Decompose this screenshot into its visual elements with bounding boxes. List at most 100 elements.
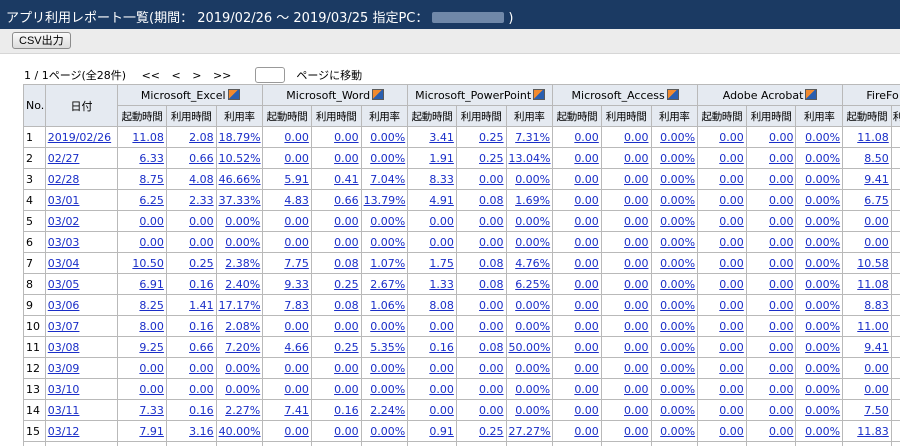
- startup-time-link[interactable]: 0.00: [429, 383, 454, 396]
- startup-time-link[interactable]: 1.75: [429, 257, 454, 270]
- startup-time-link[interactable]: 0.00: [429, 362, 454, 375]
- startup-time-link[interactable]: 0.00: [429, 236, 454, 249]
- usage-time-link[interactable]: 0.00: [479, 215, 504, 228]
- usage-time-link[interactable]: 0.00: [624, 404, 649, 417]
- startup-time-link[interactable]: 3.41: [429, 131, 454, 144]
- startup-time-link[interactable]: 0.00: [574, 320, 599, 333]
- usage-time-link[interactable]: 0.66: [334, 194, 359, 207]
- startup-time-link[interactable]: 6.75: [864, 194, 889, 207]
- startup-time-link[interactable]: 1.33: [429, 278, 454, 291]
- usage-rate-link[interactable]: 0.00%: [515, 215, 550, 228]
- usage-rate-link[interactable]: 0.00%: [805, 404, 840, 417]
- startup-time-link[interactable]: 0.00: [284, 236, 309, 249]
- usage-rate-link[interactable]: 0.00%: [515, 383, 550, 396]
- startup-time-link[interactable]: 9.25: [139, 341, 164, 354]
- startup-time-link[interactable]: 0.00: [574, 278, 599, 291]
- startup-time-link[interactable]: 0.00: [574, 341, 599, 354]
- startup-time-link[interactable]: 11.83: [857, 425, 889, 438]
- startup-time-link[interactable]: 8.83: [864, 299, 889, 312]
- startup-time-link[interactable]: 0.00: [574, 173, 599, 186]
- usage-rate-link[interactable]: 0.00%: [805, 341, 840, 354]
- usage-time-link[interactable]: 0.00: [479, 173, 504, 186]
- usage-time-link[interactable]: 0.00: [769, 383, 794, 396]
- usage-rate-link[interactable]: 0.00%: [660, 152, 695, 165]
- usage-rate-link[interactable]: 0.00%: [805, 299, 840, 312]
- startup-time-link[interactable]: 0.00: [719, 215, 744, 228]
- startup-time-link[interactable]: 7.33: [139, 404, 164, 417]
- startup-time-link[interactable]: 0.00: [719, 131, 744, 144]
- startup-time-link[interactable]: 0.00: [719, 341, 744, 354]
- startup-time-link[interactable]: 7.75: [284, 257, 309, 270]
- usage-rate-link[interactable]: 7.31%: [515, 131, 550, 144]
- usage-time-link[interactable]: 0.00: [624, 362, 649, 375]
- date-link[interactable]: 03/03: [48, 236, 80, 249]
- date-link[interactable]: 03/04: [48, 257, 80, 270]
- usage-time-link[interactable]: 0.00: [769, 173, 794, 186]
- usage-time-link[interactable]: 0.00: [189, 362, 214, 375]
- usage-rate-link[interactable]: 0.00%: [515, 362, 550, 375]
- usage-time-link[interactable]: 0.16: [189, 320, 214, 333]
- usage-time-link[interactable]: 0.00: [769, 278, 794, 291]
- date-link[interactable]: 03/09: [48, 362, 80, 375]
- startup-time-link[interactable]: 6.25: [139, 194, 164, 207]
- startup-time-link[interactable]: 4.66: [284, 341, 309, 354]
- csv-export-button[interactable]: CSV出力: [12, 32, 71, 49]
- usage-rate-link[interactable]: 0.00%: [660, 236, 695, 249]
- startup-time-link[interactable]: 8.25: [139, 299, 164, 312]
- usage-time-link[interactable]: 0.00: [624, 299, 649, 312]
- usage-rate-link[interactable]: 0.00%: [805, 173, 840, 186]
- usage-rate-link[interactable]: 0.00%: [660, 278, 695, 291]
- usage-time-link[interactable]: 0.00: [479, 383, 504, 396]
- startup-time-link[interactable]: 0.00: [139, 362, 164, 375]
- usage-time-link[interactable]: 0.00: [479, 362, 504, 375]
- usage-rate-link[interactable]: 2.40%: [225, 278, 260, 291]
- startup-time-link[interactable]: 0.00: [284, 320, 309, 333]
- usage-time-link[interactable]: 0.00: [624, 341, 649, 354]
- startup-time-link[interactable]: 11.08: [857, 278, 889, 291]
- usage-rate-link[interactable]: 0.00%: [225, 215, 260, 228]
- startup-time-link[interactable]: 6.91: [139, 278, 164, 291]
- date-link[interactable]: 03/08: [48, 341, 80, 354]
- export-icon[interactable]: [372, 88, 385, 100]
- usage-time-link[interactable]: 0.08: [479, 194, 504, 207]
- startup-time-link[interactable]: 0.91: [429, 425, 454, 438]
- usage-rate-link[interactable]: 0.00%: [660, 299, 695, 312]
- usage-time-link[interactable]: 0.08: [479, 257, 504, 270]
- usage-time-link[interactable]: 0.25: [189, 257, 214, 270]
- startup-time-link[interactable]: 0.16: [429, 341, 454, 354]
- startup-time-link[interactable]: 0.00: [719, 278, 744, 291]
- date-link[interactable]: 03/07: [48, 320, 80, 333]
- usage-time-link[interactable]: 0.00: [769, 257, 794, 270]
- usage-time-link[interactable]: 0.08: [479, 341, 504, 354]
- usage-rate-link[interactable]: 17.17%: [219, 299, 261, 312]
- usage-rate-link[interactable]: 0.00%: [805, 362, 840, 375]
- usage-rate-link[interactable]: 0.00%: [515, 320, 550, 333]
- usage-rate-link[interactable]: 0.00%: [515, 299, 550, 312]
- usage-time-link[interactable]: 0.16: [189, 278, 214, 291]
- usage-rate-link[interactable]: 10.52%: [219, 152, 261, 165]
- startup-time-link[interactable]: 0.00: [719, 404, 744, 417]
- usage-rate-link[interactable]: 0.00%: [805, 194, 840, 207]
- startup-time-link[interactable]: 7.50: [864, 404, 889, 417]
- usage-time-link[interactable]: 0.00: [189, 215, 214, 228]
- usage-rate-link[interactable]: 0.00%: [805, 236, 840, 249]
- startup-time-link[interactable]: 0.00: [574, 383, 599, 396]
- usage-rate-link[interactable]: 0.00%: [805, 131, 840, 144]
- usage-rate-link[interactable]: 0.00%: [805, 278, 840, 291]
- usage-time-link[interactable]: 0.00: [624, 383, 649, 396]
- usage-rate-link[interactable]: 0.00%: [805, 257, 840, 270]
- startup-time-link[interactable]: 9.41: [864, 173, 889, 186]
- usage-rate-link[interactable]: 46.66%: [219, 173, 261, 186]
- date-link[interactable]: 2019/02/26: [48, 131, 111, 144]
- startup-time-link[interactable]: 0.00: [284, 215, 309, 228]
- startup-time-link[interactable]: 0.00: [864, 236, 889, 249]
- usage-rate-link[interactable]: 0.00%: [370, 131, 405, 144]
- usage-time-link[interactable]: 0.00: [334, 215, 359, 228]
- startup-time-link[interactable]: 9.33: [284, 278, 309, 291]
- usage-rate-link[interactable]: 0.00%: [660, 341, 695, 354]
- usage-time-link[interactable]: 0.00: [624, 194, 649, 207]
- startup-time-link[interactable]: 0.00: [284, 362, 309, 375]
- usage-rate-link[interactable]: 2.08%: [225, 320, 260, 333]
- usage-rate-link[interactable]: 0.00%: [660, 131, 695, 144]
- usage-rate-link[interactable]: 0.00%: [660, 362, 695, 375]
